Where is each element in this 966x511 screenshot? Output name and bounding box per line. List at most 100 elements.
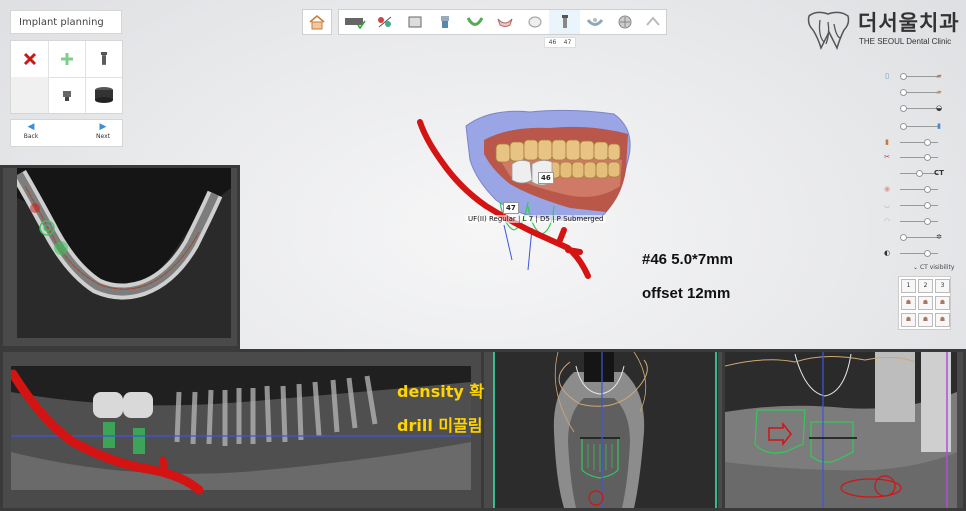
implant-vis-icon: ▮ <box>937 122 941 130</box>
panel-title: Implant planning <box>10 10 122 34</box>
export-icon <box>645 16 660 26</box>
sub-tab-46[interactable]: 46 <box>549 39 557 46</box>
cross-section-image <box>493 352 718 508</box>
tooth-vis-icon: ◒ <box>935 104 943 112</box>
axial-ct-image <box>3 168 237 346</box>
skull-bottom-icon: ☗ <box>922 316 929 323</box>
implant-size-note: #46 5.0*7mm <box>642 251 733 268</box>
view-button-2[interactable]: 2 <box>918 279 933 293</box>
abutment-icon <box>62 91 71 101</box>
tooth-label-47: 47 <box>503 202 519 214</box>
slider-implant[interactable]: ▮ <box>880 119 952 133</box>
tooth-label-46: 46 <box>538 172 554 184</box>
workflow-steps <box>338 9 667 35</box>
view-back-button[interactable]: ☗ <box>935 313 950 327</box>
guide-icon <box>586 18 603 26</box>
tangential-view[interactable] <box>725 352 963 508</box>
offset-note: offset 12mm <box>642 285 731 302</box>
slider-sleeve[interactable]: ▮ <box>880 135 952 149</box>
step-tooth-wax[interactable] <box>519 10 550 34</box>
step-ct[interactable] <box>339 10 370 34</box>
ct-label: CT <box>934 169 944 177</box>
axial-ct-view[interactable] <box>3 168 237 346</box>
implant-planning-app: Implant planning ◀ Back ▶ Next 46 47 더서울… <box>0 0 966 511</box>
slider-model[interactable]: ▰ <box>880 85 952 99</box>
ct-icon <box>344 18 366 29</box>
nerve-vis-icon: ✂ <box>884 153 890 161</box>
view-top-button[interactable]: ☗ <box>901 313 916 327</box>
home-button[interactable] <box>302 9 332 35</box>
step-scan[interactable] <box>399 10 430 34</box>
sleeve-icon <box>94 87 113 103</box>
arrow-left-icon: ◀ <box>27 122 35 132</box>
step-export[interactable] <box>637 10 668 34</box>
scan-icon <box>408 16 421 28</box>
step-arch[interactable] <box>459 10 490 34</box>
implant-info-label: UF(II) Regular | L 7 | D5 | P Submerged <box>466 215 606 223</box>
slider-ct[interactable]: CT <box>880 166 952 180</box>
tangential-image <box>725 352 957 508</box>
crown-vis-icon: ◉ <box>883 185 891 193</box>
view-button-3[interactable]: 3 <box>935 279 950 293</box>
contrast-icon: ◐ <box>883 249 891 257</box>
model-vis-icon: ▰ <box>936 72 942 80</box>
step-guide[interactable] <box>579 10 610 34</box>
cutting-icon <box>618 15 631 29</box>
view-left-button[interactable]: ☗ <box>918 296 933 310</box>
abutment-button[interactable] <box>48 77 86 113</box>
back-button[interactable]: ◀ Back <box>13 122 49 146</box>
slider-guide[interactable]: ◡ <box>880 198 952 212</box>
tooth-icon <box>440 16 449 28</box>
slider-crown[interactable]: ◉ <box>880 182 952 196</box>
guide-vis-icon: ◡ <box>883 201 891 209</box>
add-implant-button[interactable] <box>48 41 86 78</box>
back-label: Back <box>23 133 39 140</box>
skull-right-icon: ☗ <box>939 299 946 306</box>
sub-tab-47[interactable]: 47 <box>564 39 572 46</box>
view-bottom-button[interactable]: ☗ <box>918 313 933 327</box>
slider-nerve[interactable]: ✂ <box>880 150 952 164</box>
implant-fixture-button[interactable] <box>85 41 122 78</box>
cross-section-view[interactable] <box>484 352 722 508</box>
alignment-icon <box>377 16 391 28</box>
skull-top-icon: ☗ <box>905 316 912 323</box>
view-3d-model[interactable] <box>400 100 640 300</box>
navigation-box: ◀ Back ▶ Next <box>10 119 123 147</box>
skull-front-icon: ☗ <box>905 299 912 306</box>
next-button[interactable]: ▶ Next <box>85 122 121 146</box>
implant-screw-icon <box>100 52 107 65</box>
step-crown[interactable] <box>489 10 520 34</box>
step-tooth[interactable] <box>429 10 460 34</box>
implant-icon <box>561 15 568 28</box>
arrow-right-icon: ▶ <box>99 122 107 132</box>
slider-wax[interactable]: ◒ <box>880 101 952 115</box>
step-cutting[interactable] <box>609 10 640 34</box>
brightness-icon: ✲ <box>936 233 942 241</box>
logo-english: THE SEOUL Dental Clinic <box>859 37 952 46</box>
arch-vis-icon: ◠ <box>883 217 891 225</box>
sleeve-button[interactable] <box>85 77 122 113</box>
view-right-button[interactable]: ☗ <box>935 296 950 310</box>
slider-scan[interactable]: ▯ ▰ <box>880 69 952 83</box>
arch-icon <box>466 17 483 26</box>
view-button-1[interactable]: 1 <box>901 279 916 293</box>
red-x-icon <box>23 52 36 66</box>
logo-korean: 더서울치과 <box>858 11 960 35</box>
slider-arch[interactable]: ◠ <box>880 214 952 228</box>
wax-vis-icon: ▰ <box>936 88 942 96</box>
delete-implant-button[interactable] <box>11 41 49 78</box>
next-label: Next <box>96 133 110 140</box>
slider-contrast[interactable]: ◐ <box>880 246 952 260</box>
step-implant[interactable] <box>549 10 580 34</box>
slider-brightness[interactable]: ✲ <box>880 230 952 244</box>
step-alignment[interactable] <box>369 10 400 34</box>
implant-sub-tabs: 46 47 <box>544 37 576 48</box>
green-plus-icon <box>60 53 73 65</box>
ct-visibility-toggle[interactable]: ⌄ CT visibility <box>913 264 954 271</box>
ct-visibility-label: CT visibility <box>919 264 955 271</box>
tool-grid <box>10 40 123 114</box>
sleeve-vis-icon: ▮ <box>885 138 889 146</box>
clinic-logo-icon <box>807 11 850 50</box>
view-front-button[interactable]: ☗ <box>901 296 916 310</box>
chevron-down-icon: ⌄ <box>913 264 920 271</box>
